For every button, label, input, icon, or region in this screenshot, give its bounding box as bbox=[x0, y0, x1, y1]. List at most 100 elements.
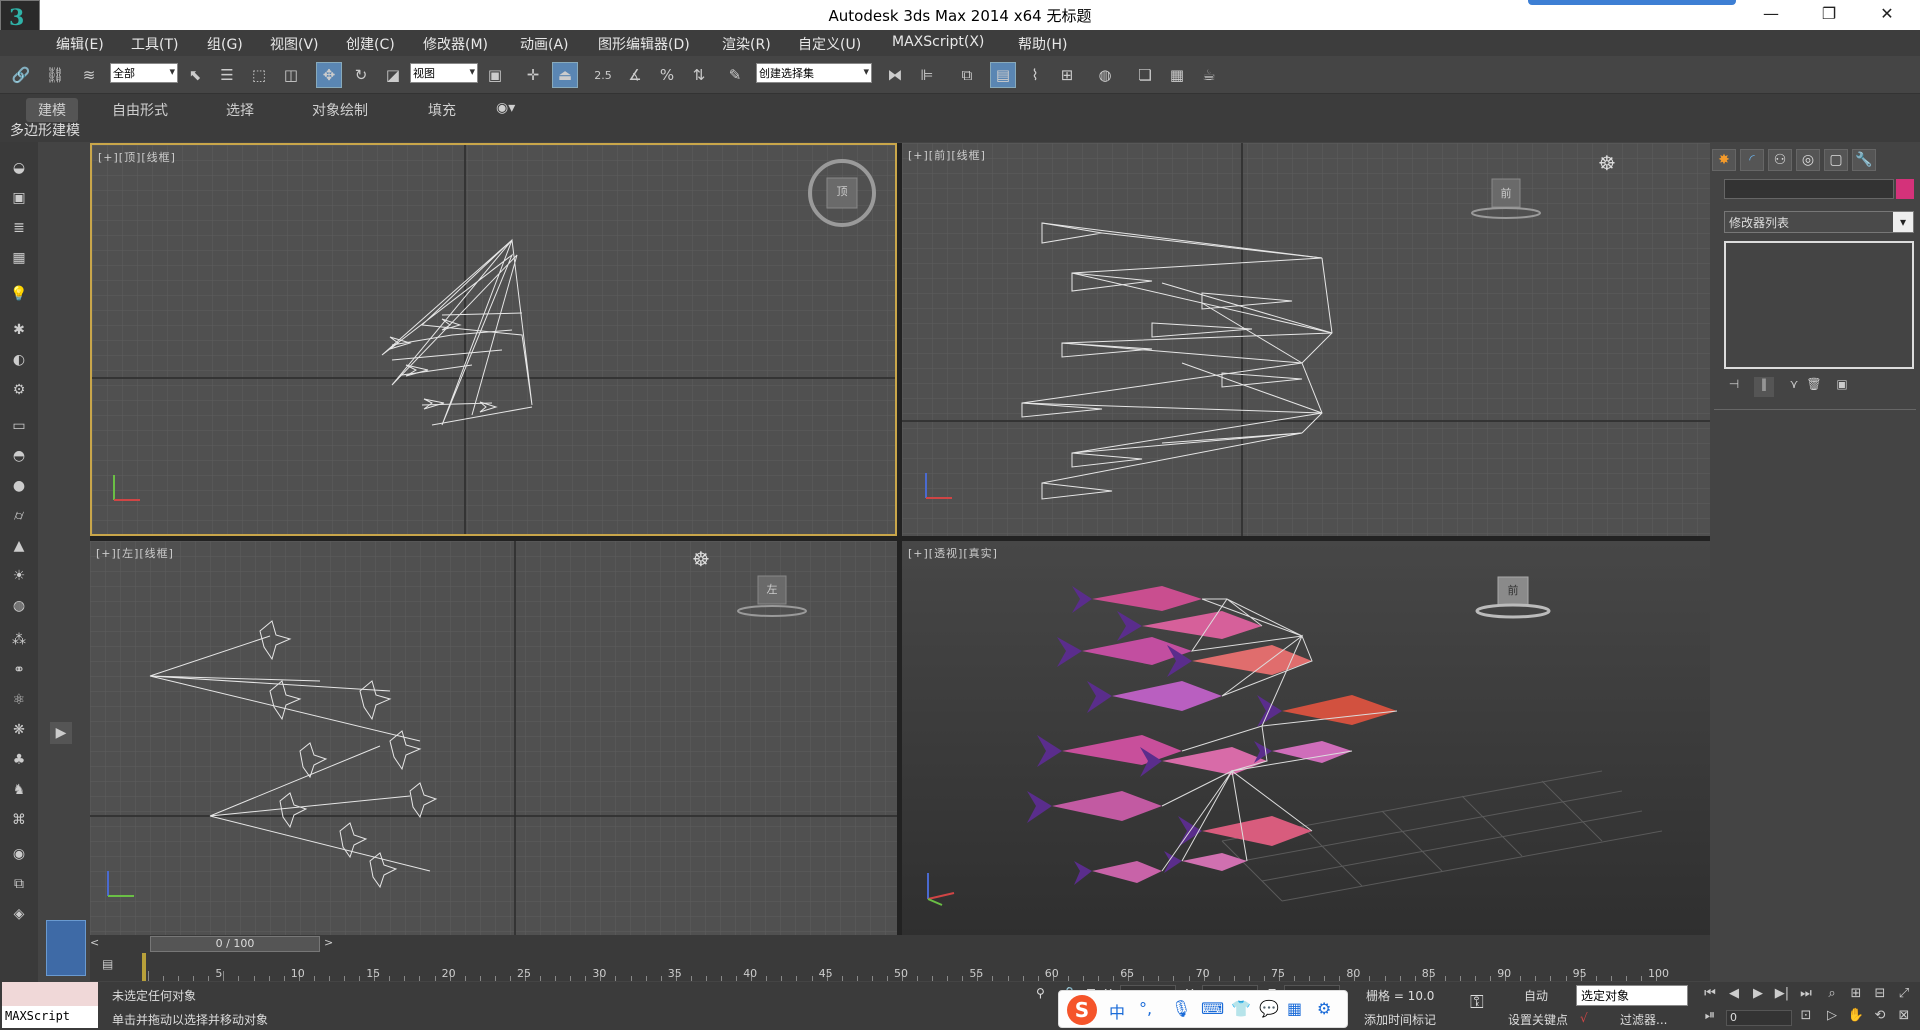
show-end-result-icon[interactable]: ‖ bbox=[1754, 377, 1774, 397]
chevron-down-icon[interactable]: ▾ bbox=[1893, 212, 1913, 232]
geosphere-icon[interactable]: ◍ bbox=[6, 594, 32, 618]
rect-selection-icon[interactable]: ⬚ bbox=[246, 62, 272, 88]
hemisphere-icon[interactable]: ◓ bbox=[6, 444, 32, 468]
tab-object-paint[interactable]: 对象绘制 bbox=[300, 98, 380, 122]
current-frame-field[interactable]: 0 bbox=[1726, 1010, 1792, 1026]
track-bar[interactable]: ▤ 5 10 15 20 25 30 35 40 45 50 55 60 65 70 75 80 85 90 95 1… bbox=[90, 953, 1710, 981]
box-icon[interactable]: ▭ bbox=[6, 414, 32, 438]
set-key-button[interactable]: 设置关键点 bbox=[1508, 1011, 1568, 1028]
link-icon[interactable]: 🔗 bbox=[8, 62, 34, 88]
align-icon[interactable]: ⊫ bbox=[914, 62, 940, 88]
viewport-label-top[interactable]: [+][顶][线框] bbox=[98, 149, 176, 165]
key-icon[interactable]: ⚿ bbox=[1470, 992, 1484, 1013]
viewport-front[interactable]: ☸ [+][前][线框] 前 bbox=[902, 143, 1710, 536]
cone-icon[interactable]: ▲ bbox=[6, 534, 32, 558]
viewport-layout-tab[interactable] bbox=[46, 920, 86, 976]
go-to-end-icon[interactable]: ⏭ bbox=[1796, 986, 1816, 1006]
key-tangent-icon[interactable]: √ bbox=[1580, 1011, 1588, 1025]
utilities-tab-icon[interactable]: 🔧 bbox=[1852, 149, 1876, 171]
edit-named-sets-icon[interactable]: ✎ bbox=[722, 62, 748, 88]
menu-tools[interactable]: 工具(T) bbox=[131, 34, 178, 54]
menu-maxscript[interactable]: MAXScript(X) bbox=[892, 34, 984, 50]
light-icon[interactable]: 💡 bbox=[6, 282, 32, 306]
remove-modifier-icon[interactable]: 🗑 bbox=[1804, 377, 1824, 397]
next-frame-icon[interactable]: ▶| bbox=[1772, 986, 1792, 1006]
reactor-icon[interactable]: ⚛ bbox=[6, 688, 32, 712]
curve-editor-icon[interactable]: ⌇ bbox=[1022, 62, 1048, 88]
render-icon[interactable]: ◈ bbox=[6, 902, 32, 926]
menu-help[interactable]: 帮助(H) bbox=[1018, 34, 1067, 54]
select-manipulate-icon[interactable]: ✛ bbox=[520, 62, 546, 88]
hair-icon[interactable]: ⌘ bbox=[6, 808, 32, 832]
microphone-icon[interactable]: 🎙 bbox=[1171, 999, 1191, 1018]
schematic-view-icon[interactable]: ⊞ bbox=[1054, 62, 1080, 88]
spinner-snap-icon[interactable]: ⇅ bbox=[686, 62, 712, 88]
apps-grid-icon[interactable]: ▦ bbox=[1287, 999, 1302, 1018]
motion-tab-icon[interactable]: ◎ bbox=[1796, 149, 1820, 171]
maximize-toggle-icon[interactable]: ⊠ bbox=[1894, 1008, 1914, 1028]
viewcube-face-label[interactable]: 顶 bbox=[833, 183, 851, 199]
key-filters-button[interactable]: 过滤器... bbox=[1620, 1011, 1667, 1028]
slider-prev-icon[interactable]: < bbox=[90, 936, 104, 952]
select-and-rotate-icon[interactable]: ↻ bbox=[348, 62, 374, 88]
configure-modifier-sets-icon[interactable]: ▣ bbox=[1832, 377, 1852, 397]
tab-populate[interactable]: 填充 bbox=[416, 98, 468, 122]
pin-stack-icon[interactable]: ⊣ bbox=[1724, 377, 1744, 397]
space-warp-icon[interactable]: ◐ bbox=[6, 348, 32, 372]
tab-freeform[interactable]: 自由形式 bbox=[100, 98, 180, 122]
ime-language-toggle[interactable]: 中 bbox=[1109, 999, 1125, 1023]
foliage-icon[interactable]: ♣ bbox=[6, 748, 32, 772]
render-production-icon[interactable]: ☕ bbox=[1196, 62, 1222, 88]
maxscript-mini-listener[interactable]: MAXScript bbox=[2, 1006, 98, 1028]
go-to-start-icon[interactable]: ⏮ bbox=[1700, 986, 1720, 1006]
menu-modifiers[interactable]: 修改器(M) bbox=[423, 34, 488, 54]
restore-button[interactable]: ❐ bbox=[1806, 0, 1852, 30]
material-sphere-icon[interactable]: ◉ bbox=[6, 842, 32, 866]
key-mode-dropdown[interactable]: 选定对象 bbox=[1576, 985, 1688, 1006]
maxscript-listener-input[interactable] bbox=[2, 982, 98, 1006]
steering-wheel-icon[interactable]: ☸ bbox=[692, 547, 710, 571]
molecule-icon[interactable]: ❋ bbox=[6, 718, 32, 742]
slider-next-icon[interactable]: > bbox=[324, 936, 338, 952]
angle-snap-icon[interactable]: ∡ bbox=[622, 62, 648, 88]
minimize-button[interactable]: — bbox=[1748, 0, 1794, 30]
skin-icon[interactable]: 👕 bbox=[1231, 999, 1251, 1018]
expand-toolbar-button[interactable]: ▶ bbox=[50, 722, 72, 744]
viewport-top[interactable]: [+][顶][线框] 顶 bbox=[90, 143, 897, 536]
sphere-icon[interactable]: ● bbox=[6, 474, 32, 498]
ime-punctuation-toggle[interactable]: °, bbox=[1139, 999, 1152, 1018]
material-editor-icon[interactable]: ◍ bbox=[1092, 62, 1118, 88]
chat-icon[interactable]: 💬 bbox=[1259, 999, 1279, 1018]
particle-icon[interactable]: ⁂ bbox=[6, 628, 32, 652]
time-slider-track[interactable]: < 0 / 100 > bbox=[90, 935, 1710, 953]
pan-icon[interactable]: ✋ bbox=[1846, 1008, 1866, 1028]
bind-space-warp-icon[interactable]: ≋ bbox=[76, 62, 102, 88]
steering-wheel-icon[interactable]: ☸ bbox=[1598, 151, 1616, 175]
pivot-center-icon[interactable]: ▣ bbox=[482, 62, 508, 88]
keyboard-icon[interactable]: ⌨ bbox=[1201, 999, 1224, 1018]
menu-views[interactable]: 视图(V) bbox=[270, 34, 319, 54]
menu-customize[interactable]: 自定义(U) bbox=[798, 34, 861, 54]
helper-icon[interactable]: ✱ bbox=[6, 318, 32, 342]
zoom-extents-all-icon[interactable]: ⊟ bbox=[1870, 986, 1890, 1006]
tab-selection[interactable]: 选择 bbox=[214, 98, 266, 122]
maximize-viewport-icon[interactable]: ⤢ bbox=[1894, 986, 1914, 1006]
select-by-name-icon[interactable]: ☰ bbox=[214, 62, 240, 88]
menu-animation[interactable]: 动画(A) bbox=[520, 34, 569, 54]
layer-manager-icon[interactable]: ⧉ bbox=[954, 62, 980, 88]
viewport-perspective[interactable]: [+][透视][真实] 前 bbox=[902, 541, 1710, 936]
cylinder-icon[interactable]: ⌭ bbox=[6, 504, 32, 528]
object-color-swatch[interactable] bbox=[1896, 179, 1914, 199]
isolate-selection-icon[interactable]: ⚲ bbox=[1036, 986, 1045, 1000]
add-time-tag[interactable]: 添加时间标记 bbox=[1364, 1011, 1436, 1028]
layers-icon[interactable]: ≣ bbox=[6, 216, 32, 240]
menu-edit[interactable]: 编辑(E) bbox=[56, 34, 104, 54]
play-icon[interactable]: ▶ bbox=[1748, 986, 1768, 1006]
clone-icon[interactable]: ⧉ bbox=[6, 872, 32, 896]
sun-icon[interactable]: ☀ bbox=[6, 564, 32, 588]
tab-modeling[interactable]: 建模 bbox=[26, 98, 78, 122]
menu-rendering[interactable]: 渲染(R) bbox=[722, 34, 771, 54]
rendered-frame-window-icon[interactable]: ▦ bbox=[1164, 62, 1190, 88]
viewcube-face-label[interactable]: 左 bbox=[762, 581, 782, 597]
make-unique-icon[interactable]: ⋎ bbox=[1784, 377, 1804, 397]
